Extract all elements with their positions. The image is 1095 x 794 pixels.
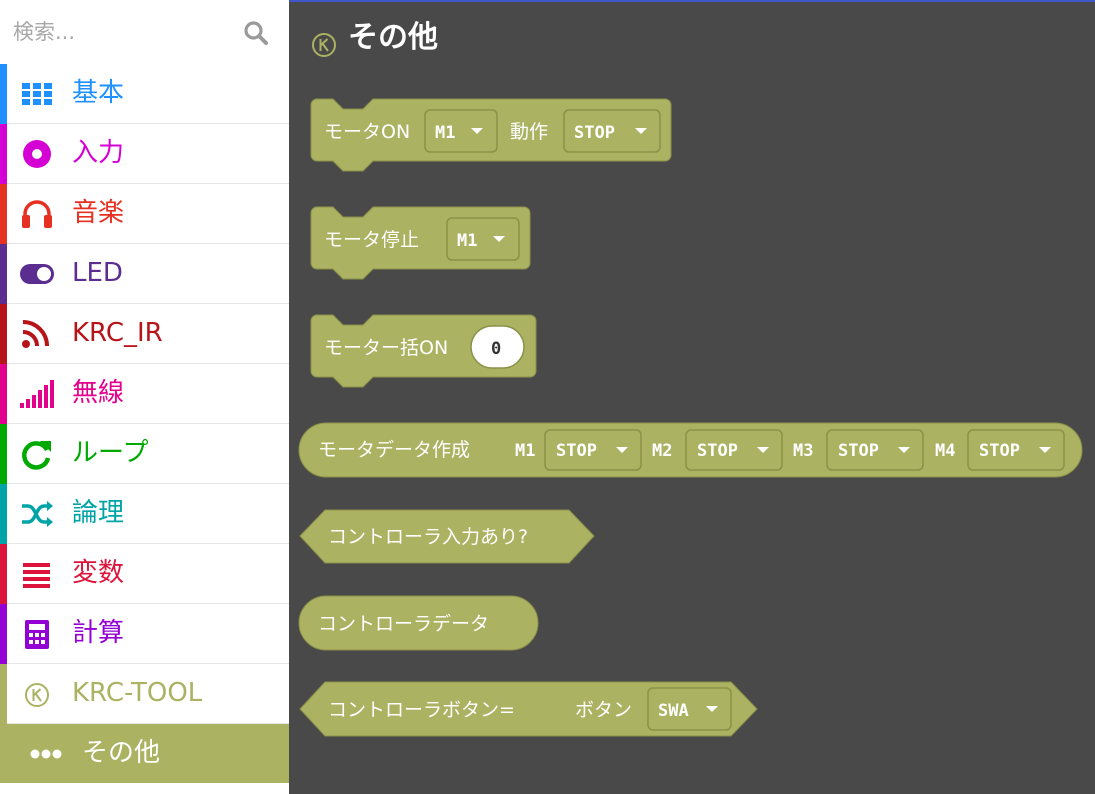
dropdown-value: STOP: [574, 123, 615, 143]
block-text: モータデータ作成: [318, 439, 470, 461]
category-color-stripe: [0, 604, 7, 664]
pair-label: M3: [793, 441, 813, 461]
number-value: 0: [491, 339, 501, 359]
category-label: 基本: [72, 78, 125, 108]
category-color-stripe: [0, 424, 7, 484]
category-color-stripe: [0, 64, 7, 124]
m1-dropdown[interactable]: STOP: [544, 429, 642, 471]
number-input[interactable]: 0: [470, 325, 525, 369]
category-color-stripe: [0, 244, 7, 304]
block-text: モーター括ON: [324, 337, 448, 359]
category-color-stripe: [0, 304, 7, 364]
circle-dot-icon: [23, 140, 51, 168]
controller-button-block[interactable]: コントローラボタン= ボタン SWA: [298, 680, 762, 740]
pair-label: M2: [652, 441, 672, 461]
category-krc-ir[interactable]: KRC_IR: [0, 304, 289, 364]
dropdown-value: SWA: [658, 701, 689, 721]
workspace-top-border: [289, 0, 1095, 2]
flyout-title: その他: [348, 20, 438, 55]
category-music[interactable]: 音楽: [0, 184, 289, 244]
headphones-icon: [22, 200, 52, 228]
grid-icon: [22, 83, 52, 105]
m3-dropdown[interactable]: STOP: [826, 429, 924, 471]
category-radio[interactable]: 無線: [0, 364, 289, 424]
block-text: コントローラボタン=: [328, 699, 515, 721]
category-color-stripe: [0, 184, 7, 244]
controller-input-block[interactable]: コントローラ入力あり?: [298, 508, 598, 566]
dropdown-value: STOP: [838, 441, 879, 461]
action-dropdown[interactable]: STOP: [563, 109, 661, 153]
category-label: 計算: [72, 618, 125, 648]
k-circle-icon: [25, 683, 49, 707]
controller-data-block[interactable]: コントローラデータ: [298, 594, 542, 652]
category-color-stripe: [0, 484, 7, 544]
block-text: コントローラ入力あり?: [328, 526, 528, 548]
category-logic[interactable]: 論理: [0, 484, 289, 544]
pair-label: M4: [935, 441, 955, 461]
rss-icon: [22, 320, 49, 348]
category-led[interactable]: LED: [0, 244, 289, 304]
m2-dropdown[interactable]: STOP: [685, 429, 783, 471]
dropdown-value: STOP: [556, 441, 597, 461]
category-label: 入力: [72, 138, 125, 168]
button-dropdown[interactable]: SWA: [647, 687, 732, 731]
dropdown-value: M1: [457, 231, 477, 251]
pair-label: M1: [515, 441, 535, 461]
motor-dropdown[interactable]: M1: [446, 217, 520, 261]
search-box: [0, 0, 289, 64]
more-dots-icon: [30, 749, 62, 759]
shuffle-icon: [22, 501, 53, 527]
category-color-stripe: [0, 544, 7, 604]
category-input[interactable]: 入力: [0, 124, 289, 184]
motor-data-block[interactable]: モータデータ作成 M1 STOP M2 STOP M3 STOP M4 STOP: [298, 422, 1084, 480]
signal-bars-icon: [20, 380, 54, 408]
category-krc-tool[interactable]: KRC-TOOL: [0, 664, 289, 724]
category-label: 論理: [72, 498, 125, 528]
toggle-icon: [20, 264, 54, 284]
dropdown-value: STOP: [979, 441, 1020, 461]
dropdown-value: M1: [435, 123, 455, 143]
list-icon: [23, 563, 50, 588]
category-label: 変数: [72, 558, 125, 588]
block-text: コントローラデータ: [318, 613, 489, 635]
category-color-stripe: [0, 364, 7, 424]
calculator-icon: [25, 620, 49, 649]
category-variables[interactable]: 変数: [0, 544, 289, 604]
motor-dropdown[interactable]: M1: [424, 109, 498, 153]
motor-stop-block[interactable]: モータ停止 M1: [306, 204, 536, 288]
category-label: LED: [72, 258, 123, 288]
category-color-stripe: [0, 124, 7, 184]
category-label: 無線: [72, 378, 125, 408]
motor-all-on-block[interactable]: モーター括ON 0: [306, 312, 542, 396]
toolbox: 基本 入力 音楽 LED KRC_IR: [0, 0, 289, 794]
category-label: その他: [82, 738, 161, 768]
block-text: ボタン: [575, 699, 632, 721]
category-label: ループ: [72, 438, 149, 468]
category-color-stripe: [0, 664, 7, 724]
category-label: KRC_IR: [72, 318, 163, 348]
block-text: モータON: [324, 121, 410, 143]
category-loops[interactable]: ループ: [0, 424, 289, 484]
k-circle-icon: [312, 33, 336, 57]
block-text: モータ停止: [324, 229, 419, 251]
refresh-icon: [22, 441, 51, 470]
category-label: KRC-TOOL: [72, 678, 203, 708]
m4-dropdown[interactable]: STOP: [967, 429, 1065, 471]
motor-on-block[interactable]: モータON M1 動作 STOP: [306, 96, 676, 180]
dropdown-value: STOP: [697, 441, 738, 461]
category-basic[interactable]: 基本: [0, 64, 289, 124]
category-label: 音楽: [72, 198, 125, 228]
category-other[interactable]: その他: [0, 724, 289, 783]
category-math[interactable]: 計算: [0, 604, 289, 664]
search-icon[interactable]: [243, 20, 269, 46]
block-text: 動作: [510, 121, 548, 143]
